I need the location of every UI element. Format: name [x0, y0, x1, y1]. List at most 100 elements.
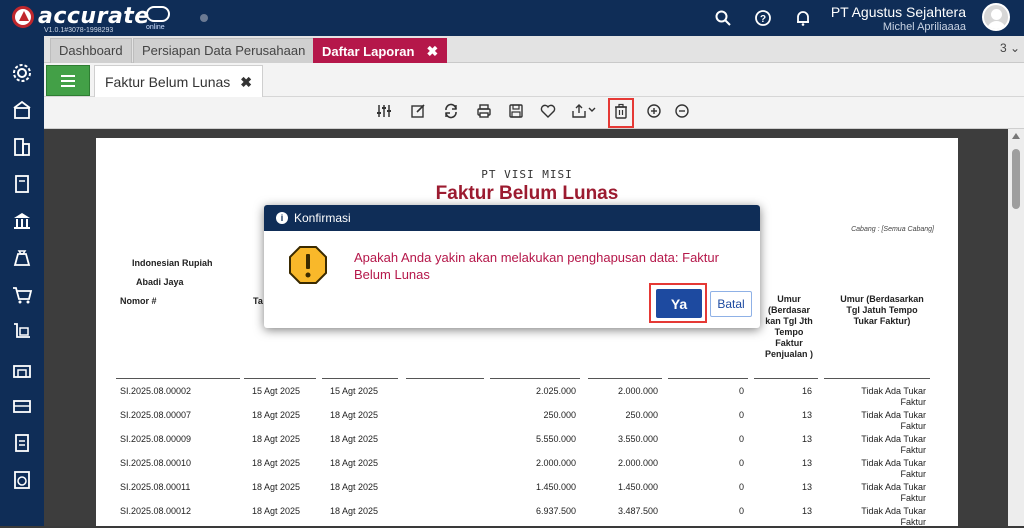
cell-nilai: 2.025.000 — [535, 386, 576, 396]
confirm-yes-button[interactable]: Ya — [656, 289, 702, 318]
cell-tanggal: 18 Agt 2025 — [252, 434, 301, 444]
money-bag-icon[interactable] — [10, 247, 34, 269]
sub-tab-bar: Faktur Belum Lunas ✖ — [44, 63, 1024, 97]
cell-nilai: 6.937.500 — [535, 506, 576, 516]
cell-x: 0 — [738, 434, 744, 444]
cell-jatuh-tempo: 18 Agt 2025 — [330, 506, 379, 516]
delete-highlight — [608, 98, 634, 128]
company-name: PT Agustus Sejahtera — [830, 4, 966, 20]
cell-x: 0 — [738, 458, 744, 468]
tab-persiapan-data[interactable]: Persiapan Data Perusahaan — [133, 38, 315, 63]
zoom-in-icon[interactable] — [644, 103, 664, 123]
tab-label: Dashboard — [59, 43, 123, 58]
app-logo[interactable]: accurate — [12, 4, 150, 29]
cell-nilai: 2.000.000 — [535, 458, 576, 468]
cell-tanggal: 18 Agt 2025 — [252, 482, 301, 492]
user-name: Michel Apriliaaaa — [882, 21, 966, 33]
info-icon: i — [276, 211, 288, 224]
col-header-umur-faktur: Umur (Berdasar kan Tgl Jth Tempo Faktur … — [764, 294, 813, 359]
print-icon[interactable] — [474, 103, 494, 123]
column-rule — [116, 378, 240, 379]
inventory-warehouse-icon[interactable] — [10, 358, 34, 380]
status-dot — [200, 14, 208, 22]
office-building-icon[interactable] — [10, 136, 34, 158]
cell-keterangan: Tidak Ada Tukar Faktur — [861, 458, 926, 479]
purchase-cart-icon[interactable] — [10, 284, 34, 306]
cell-sisa: 2.000.000 — [617, 386, 658, 396]
help-icon[interactable]: ? — [754, 9, 772, 27]
cell-sisa: 3.550.000 — [617, 434, 658, 444]
cell-tanggal: 18 Agt 2025 — [252, 458, 301, 468]
top-bar: accurate online V1.0.1#3078-1998293 ? PT… — [0, 0, 1024, 36]
cell-nilai: 250.000 — [543, 410, 576, 420]
cell-sisa: 2.000.000 — [617, 458, 658, 468]
refresh-icon[interactable] — [441, 103, 461, 123]
tax-document-icon[interactable] — [10, 432, 34, 454]
cell-nomor: SI.2025.08.00007 — [120, 410, 192, 420]
cell-keterangan: Tidak Ada Tukar Faktur — [861, 506, 926, 527]
cell-sisa: 3.487.500 — [617, 506, 658, 516]
cell-x: 0 — [738, 386, 744, 396]
settings-gear-icon[interactable] — [10, 62, 34, 84]
dialog-title: Konfirmasi — [294, 211, 351, 225]
cell-tanggal: 15 Agt 2025 — [252, 386, 301, 396]
bank-icon[interactable] — [10, 210, 34, 232]
report-branch: Cabang : [Semua Cabang] — [851, 226, 934, 233]
list-menu-icon — [61, 75, 75, 87]
search-icon[interactable] — [714, 9, 732, 27]
dialog-message: Apakah Anda yakin akan melakukan penghap… — [354, 250, 719, 282]
company-info[interactable]: PT Agustus Sejahtera Michel Apriliaaaa — [831, 4, 966, 33]
export-icon[interactable] — [570, 103, 600, 123]
sliders-icon[interactable] — [374, 103, 394, 123]
cell-keterangan: Tidak Ada Tukar Faktur — [861, 434, 926, 455]
scroll-thumb[interactable] — [1012, 149, 1020, 209]
cell-tanggal: 18 Agt 2025 — [252, 410, 301, 420]
report-page: PT VISI MISI Faktur Belum Lunas Cabang :… — [96, 138, 958, 527]
report-customer-group: Abadi Jaya — [136, 277, 184, 287]
report-chart-icon[interactable] — [10, 469, 34, 491]
tab-count-dropdown[interactable]: 3 ⌄ — [1000, 41, 1020, 55]
main-tab-bar: Dashboard Persiapan Data Perusahaan Daft… — [44, 36, 1024, 63]
sales-trolley-icon[interactable] — [10, 321, 34, 343]
confirmation-dialog: i Konfirmasi Apakah Anda yakin akan melak… — [264, 205, 760, 328]
edit-icon[interactable] — [408, 103, 428, 123]
tab-label: Persiapan Data Perusahaan — [142, 43, 306, 58]
close-subtab-icon[interactable]: ✖ — [240, 74, 252, 90]
cell-keterangan: Tidak Ada Tukar Faktur — [861, 482, 926, 503]
cell-jatuh-tempo: 15 Agt 2025 — [330, 386, 379, 396]
menu-list-button[interactable] — [46, 65, 90, 96]
report-currency: Indonesian Rupiah — [132, 258, 213, 268]
column-rule — [244, 378, 316, 379]
cell-keterangan: Tidak Ada Tukar Faktur — [861, 410, 926, 431]
cancel-button[interactable]: Batal — [710, 291, 752, 317]
vertical-scrollbar[interactable] — [1008, 129, 1024, 526]
dialog-header: i Konfirmasi — [264, 205, 760, 231]
factory-icon[interactable] — [10, 395, 34, 417]
column-rule — [754, 378, 818, 379]
ledger-book-icon[interactable] — [10, 173, 34, 195]
column-rule — [406, 378, 484, 379]
subtab-faktur-belum-lunas[interactable]: Faktur Belum Lunas ✖ — [94, 65, 264, 97]
column-rule — [668, 378, 748, 379]
cell-umur: 13 — [801, 482, 812, 492]
cell-umur: 13 — [801, 458, 812, 468]
cell-nomor: SI.2025.08.00002 — [120, 386, 192, 396]
tab-dashboard[interactable]: Dashboard — [50, 38, 132, 63]
avatar[interactable] — [982, 3, 1010, 31]
cell-jatuh-tempo: 18 Agt 2025 — [330, 458, 379, 468]
zoom-out-icon[interactable] — [672, 103, 692, 123]
tab-daftar-laporan[interactable]: Daftar Laporan ✖ — [313, 38, 448, 63]
cloud-icon — [146, 6, 170, 22]
cell-jatuh-tempo: 18 Agt 2025 — [330, 482, 379, 492]
save-icon[interactable] — [506, 103, 526, 123]
close-tab-icon[interactable]: ✖ — [426, 43, 438, 59]
logo-online-label: online — [146, 24, 165, 31]
cell-umur: 13 — [801, 410, 812, 420]
scroll-up-icon[interactable] — [1012, 133, 1020, 139]
cell-keterangan: Tidak Ada Tukar Faktur — [861, 386, 926, 407]
favorite-heart-icon[interactable] — [538, 103, 558, 123]
cell-umur: 13 — [801, 434, 812, 444]
company-building-icon[interactable] — [10, 99, 34, 121]
notification-bell-icon[interactable] — [794, 9, 812, 27]
cell-x: 0 — [738, 482, 744, 492]
